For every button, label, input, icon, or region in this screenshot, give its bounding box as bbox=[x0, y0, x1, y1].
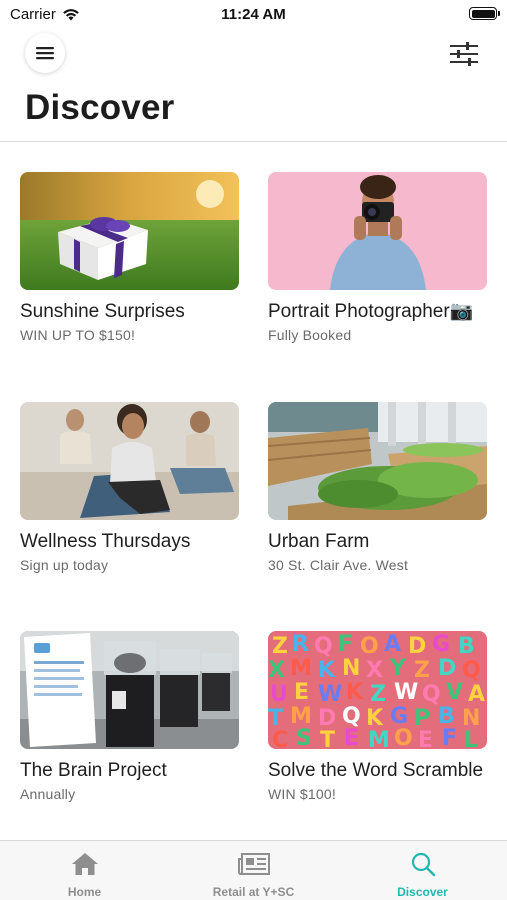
card-sunshine-surprises[interactable]: Sunshine Surprises WIN UP TO $150! bbox=[20, 172, 239, 343]
card-wellness-thursdays[interactable]: Wellness Thursdays Sign up today bbox=[20, 402, 239, 573]
svg-text:K: K bbox=[346, 680, 364, 705]
svg-text:X: X bbox=[268, 658, 285, 683]
battery-icon bbox=[469, 7, 500, 20]
svg-text:T: T bbox=[320, 728, 335, 749]
card-brain-project[interactable]: The Brain Project Annually bbox=[20, 631, 239, 802]
card-title: Wellness Thursdays bbox=[20, 531, 191, 552]
svg-text:Z: Z bbox=[370, 682, 386, 707]
tab-label: Discover bbox=[397, 885, 448, 899]
svg-text:K: K bbox=[318, 658, 336, 683]
photographer-image bbox=[268, 172, 487, 290]
tab-bar: Home Retail at Y+SC Discover bbox=[0, 840, 507, 900]
svg-text:N: N bbox=[342, 656, 360, 681]
svg-text:U: U bbox=[270, 682, 288, 707]
svg-text:O: O bbox=[394, 726, 413, 749]
card-word-scramble[interactable]: ZRQ FOA DGB XMK NXY ZDQ UEW KZW QVA TMD … bbox=[268, 631, 487, 802]
svg-text:D: D bbox=[438, 656, 456, 681]
brain-exhibit-image bbox=[20, 631, 239, 749]
svg-text:F: F bbox=[338, 632, 353, 657]
svg-text:E: E bbox=[418, 728, 433, 749]
sliders-icon bbox=[450, 42, 478, 66]
letter-tiles-image: ZRQ FOA DGB XMK NXY ZDQ UEW KZW QVA TMD … bbox=[268, 631, 487, 749]
card-subtitle: 30 St. Clair Ave. West bbox=[268, 557, 409, 573]
svg-text:M: M bbox=[368, 728, 390, 749]
svg-text:E: E bbox=[344, 726, 359, 749]
card-portrait-photographer[interactable]: Portrait Photographer📷 Fully Booked bbox=[268, 172, 487, 343]
card-urban-farm[interactable]: Urban Farm 30 St. Clair Ave. West bbox=[268, 402, 487, 573]
svg-text:E: E bbox=[294, 680, 309, 705]
newspaper-icon bbox=[237, 853, 270, 875]
svg-text:Q: Q bbox=[314, 634, 333, 659]
filter-button[interactable] bbox=[449, 40, 479, 68]
card-title: The Brain Project bbox=[20, 760, 167, 781]
svg-text:Y: Y bbox=[389, 656, 407, 681]
svg-text:O: O bbox=[360, 634, 379, 659]
svg-text:S: S bbox=[296, 726, 312, 749]
page-title: Discover bbox=[25, 88, 175, 127]
svg-text:W: W bbox=[394, 680, 418, 705]
svg-text:Z: Z bbox=[272, 634, 288, 659]
svg-text:A: A bbox=[384, 632, 401, 657]
menu-button[interactable] bbox=[25, 33, 65, 73]
card-title: Urban Farm bbox=[268, 531, 370, 552]
card-subtitle: WIN UP TO $150! bbox=[20, 327, 136, 343]
tab-label: Retail at Y+SC bbox=[212, 885, 295, 899]
home-icon bbox=[71, 853, 98, 875]
svg-text:X: X bbox=[366, 658, 383, 683]
tab-label: Home bbox=[67, 885, 102, 899]
card-subtitle: Annually bbox=[20, 786, 76, 802]
urban-farm-image bbox=[268, 402, 487, 520]
svg-text:Q: Q bbox=[462, 658, 481, 683]
card-subtitle: WIN $100! bbox=[268, 786, 336, 802]
clock: 11:24 AM bbox=[221, 6, 286, 23]
card-subtitle: Fully Booked bbox=[268, 327, 352, 343]
card-title: Sunshine Surprises bbox=[20, 301, 185, 322]
svg-text:A: A bbox=[468, 682, 485, 707]
card-title: Portrait Photographer📷 bbox=[268, 301, 474, 322]
svg-text:F: F bbox=[442, 726, 457, 749]
tab-retail[interactable]: Retail at Y+SC bbox=[169, 841, 338, 900]
svg-text:L: L bbox=[464, 728, 478, 749]
header-divider bbox=[0, 141, 507, 142]
tab-home[interactable]: Home bbox=[0, 841, 169, 900]
svg-text:D: D bbox=[408, 634, 426, 659]
tab-discover[interactable]: Discover bbox=[338, 841, 507, 900]
svg-text:V: V bbox=[446, 680, 463, 705]
card-title: Solve the Word Scramble bbox=[268, 760, 484, 781]
svg-text:G: G bbox=[432, 632, 450, 657]
yoga-class-image bbox=[20, 402, 239, 520]
status-bar: Carrier 11:24 AM bbox=[0, 0, 507, 30]
search-icon bbox=[411, 852, 435, 877]
svg-text:B: B bbox=[458, 634, 475, 659]
gift-box-image bbox=[20, 172, 239, 290]
svg-text:M: M bbox=[290, 656, 312, 681]
menu-icon bbox=[36, 47, 54, 60]
svg-text:R: R bbox=[292, 632, 309, 657]
svg-text:C: C bbox=[272, 728, 288, 749]
svg-text:W: W bbox=[318, 682, 342, 707]
card-subtitle: Sign up today bbox=[20, 557, 109, 573]
